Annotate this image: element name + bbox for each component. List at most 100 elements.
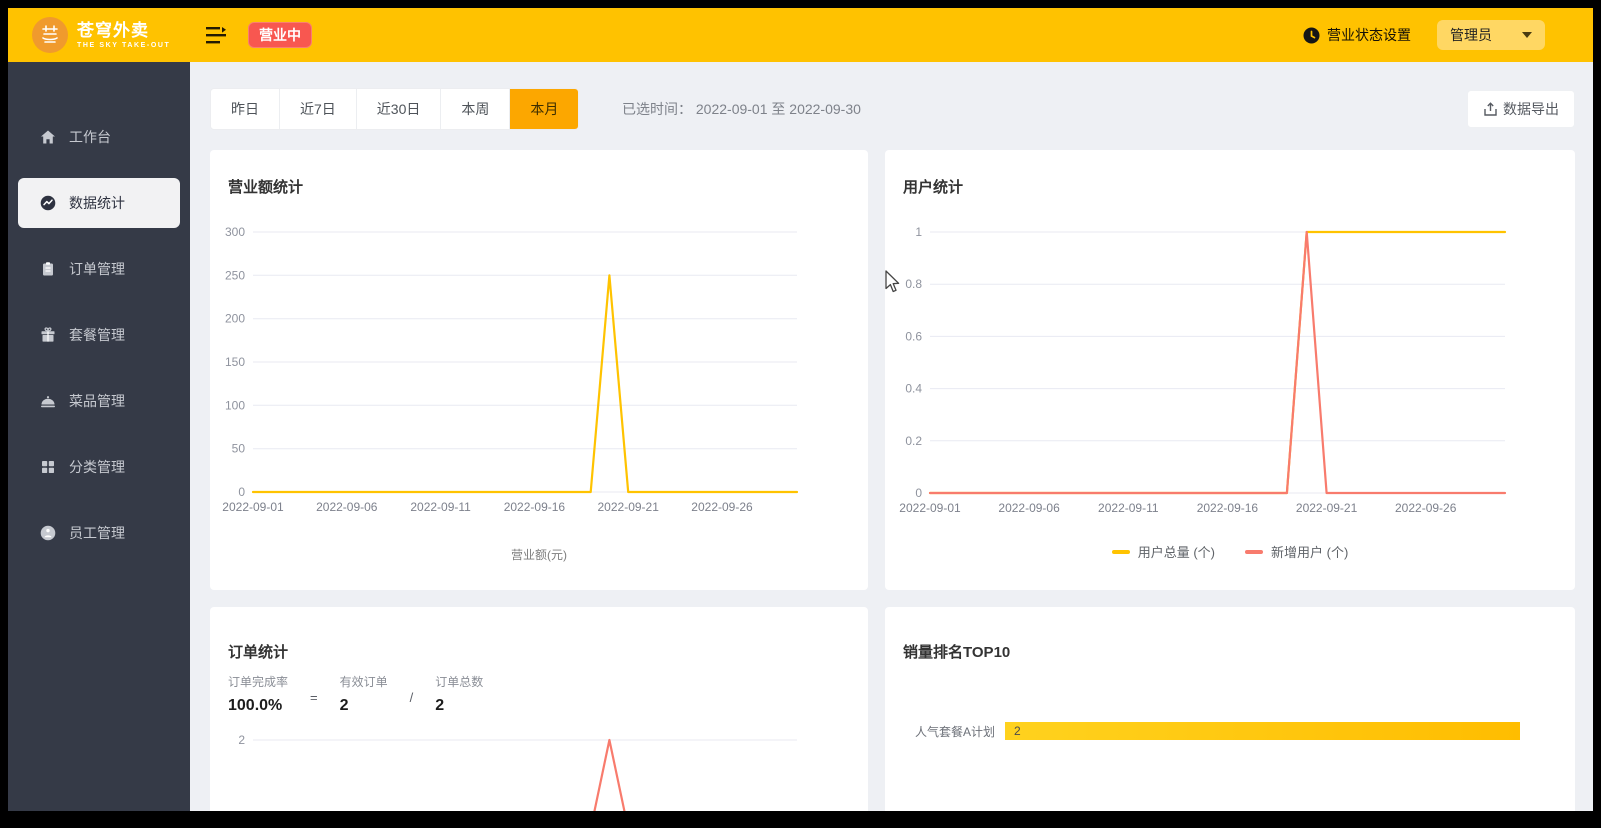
- x-axis-tick: 2022-09-26: [691, 500, 753, 514]
- x-axis-tick: 2022-09-26: [1395, 501, 1457, 515]
- bar-fill[interactable]: 2: [1005, 722, 1520, 740]
- y-axis-tick: 0.4: [905, 382, 922, 396]
- revenue-axis-name: 营业额(元): [210, 546, 868, 563]
- bar-track: 2: [1005, 722, 1520, 740]
- bar-category-label: 人气套餐A计划: [903, 723, 1005, 740]
- sidebar-item-2[interactable]: 订单管理: [8, 236, 190, 302]
- date-tab-3[interactable]: 本周: [441, 89, 510, 129]
- y-axis-tick: 0: [238, 485, 245, 499]
- selected-time-label: 已选时间：: [622, 101, 692, 117]
- y-axis-tick: 200: [225, 312, 245, 326]
- dish-icon: [40, 393, 57, 410]
- sidebar-item-1[interactable]: 数据统计: [18, 178, 180, 228]
- x-axis-tick: 2022-09-11: [410, 500, 471, 514]
- order-stats-card: 订单统计 订单完成率 100.0% = 有效订单 2 / 订单总数 2 2202…: [210, 607, 868, 811]
- status-setting-label: 营业状态设置: [1327, 25, 1411, 45]
- selected-time-text: 已选时间： 2022-09-01 至 2022-09-30: [622, 88, 861, 130]
- date-tab-4[interactable]: 本月: [510, 89, 578, 129]
- y-axis-tick: 0.8: [905, 277, 922, 291]
- sidebar-collapse-icon[interactable]: [206, 27, 226, 44]
- selected-time-value: 2022-09-01 至 2022-09-30: [696, 101, 861, 117]
- home-icon: [40, 129, 57, 146]
- revenue-stats-card: 营业额统计 0501001502002503002022-09-012022-0…: [210, 150, 868, 590]
- sidebar-item-label: 套餐管理: [69, 325, 125, 345]
- combo-icon: [40, 327, 57, 344]
- sidebar-item-5[interactable]: 分类管理: [8, 434, 190, 500]
- user-line-chart: 00.20.40.60.812022-09-012022-09-062022-0…: [885, 210, 1575, 530]
- sidebar-nav: 工作台数据统计订单管理套餐管理菜品管理分类管理员工管理: [8, 62, 190, 811]
- clock-icon: [1303, 27, 1320, 44]
- total-orders-label: 订单总数: [435, 673, 483, 690]
- sales-top10-card: 销量排名TOP10 人气套餐A计划2: [885, 607, 1575, 811]
- logo-title: 苍穹外卖: [77, 22, 170, 39]
- x-axis-tick: 2022-09-16: [504, 500, 566, 514]
- y-axis-tick: 0.2: [905, 434, 922, 448]
- x-axis-tick: 2022-09-01: [899, 501, 961, 515]
- top10-bar-chart: 人气套餐A计划2: [903, 722, 1520, 740]
- y-axis-tick: 150: [225, 355, 245, 369]
- business-status-setting-button[interactable]: 营业状态设置: [1303, 25, 1411, 45]
- date-tab-0[interactable]: 昨日: [211, 89, 280, 129]
- date-range-tabs: 昨日近7日近30日本周本月: [210, 88, 579, 130]
- employee-icon: [40, 525, 57, 542]
- top10-card-title: 销量排名TOP10: [903, 641, 1010, 662]
- app-logo: 苍穹外卖 THE SKY TAKE-OUT: [8, 17, 190, 53]
- admin-dropdown[interactable]: 管理员: [1437, 20, 1545, 50]
- logo-subtitle: THE SKY TAKE-OUT: [77, 42, 170, 49]
- sidebar-item-label: 分类管理: [69, 457, 125, 477]
- order-line-chart: 22022-09-012022-09-062022-09-112022-09-1…: [210, 717, 868, 811]
- x-axis-tick: 2022-09-21: [598, 500, 660, 514]
- x-axis-tick: 2022-09-06: [316, 500, 378, 514]
- chevron-down-icon: [1522, 32, 1532, 38]
- completion-rate-value: 100.0%: [228, 697, 288, 715]
- sidebar-item-4[interactable]: 菜品管理: [8, 368, 190, 434]
- order-card-title: 订单统计: [228, 641, 288, 662]
- x-axis-tick: 2022-09-16: [1197, 501, 1259, 515]
- y-axis-tick: 300: [225, 225, 245, 239]
- sidebar-item-label: 工作台: [69, 127, 111, 147]
- revenue-line-chart: 0501001502002503002022-09-012022-09-0620…: [210, 210, 868, 530]
- top10-bar-row: 人气套餐A计划2: [903, 722, 1520, 740]
- completion-rate-label: 订单完成率: [228, 673, 288, 690]
- data-export-button[interactable]: 数据导出: [1467, 90, 1575, 128]
- y-axis-tick: 0.6: [905, 329, 922, 343]
- y-axis-tick: 250: [225, 268, 245, 282]
- legend-label: 用户总量 (个): [1138, 542, 1215, 561]
- order-icon: [40, 261, 57, 278]
- date-tab-1[interactable]: 近7日: [280, 89, 357, 129]
- sidebar-item-0[interactable]: 工作台: [8, 104, 190, 170]
- y-axis-tick: 2: [238, 733, 245, 747]
- x-axis-tick: 2022-09-21: [1296, 501, 1358, 515]
- legend-marker: [1245, 550, 1263, 554]
- sidebar-item-label: 菜品管理: [69, 391, 125, 411]
- legend-label: 新增用户 (个): [1271, 542, 1348, 561]
- legend-item-0[interactable]: 用户总量 (个): [1112, 542, 1215, 561]
- main-content: 昨日近7日近30日本周本月 已选时间： 2022-09-01 至 2022-09…: [190, 62, 1593, 811]
- export-label: 数据导出: [1503, 99, 1559, 119]
- valid-orders-value: 2: [340, 697, 388, 715]
- slash-sign: /: [410, 690, 414, 705]
- equals-sign: =: [310, 690, 318, 705]
- logo-icon: [32, 17, 68, 53]
- y-axis-tick: 1: [915, 225, 922, 239]
- sidebar-item-label: 订单管理: [69, 259, 125, 279]
- legend-item-1[interactable]: 新增用户 (个): [1245, 542, 1348, 561]
- user-stats-card: 用户统计 00.20.40.60.812022-09-012022-09-062…: [885, 150, 1575, 590]
- legend-marker: [1112, 550, 1130, 554]
- revenue-card-title: 营业额统计: [228, 176, 303, 197]
- total-orders-value: 2: [435, 697, 483, 715]
- logo-text: 苍穹外卖 THE SKY TAKE-OUT: [77, 22, 170, 49]
- user-card-title: 用户统计: [903, 176, 963, 197]
- date-tab-2[interactable]: 近30日: [357, 89, 442, 129]
- app-window: 苍穹外卖 THE SKY TAKE-OUT 营业中: [8, 8, 1593, 811]
- sidebar-item-3[interactable]: 套餐管理: [8, 302, 190, 368]
- sidebar-item-6[interactable]: 员工管理: [8, 500, 190, 566]
- sidebar-item-label: 数据统计: [69, 193, 125, 213]
- x-axis-tick: 2022-09-01: [222, 500, 284, 514]
- sidebar-item-label: 员工管理: [69, 523, 125, 543]
- admin-label: 管理员: [1450, 25, 1492, 45]
- y-axis-tick: 100: [225, 398, 245, 412]
- user-chart-legend: 用户总量 (个) 新增用户 (个): [885, 542, 1575, 561]
- export-icon: [1483, 102, 1498, 117]
- header-right-group: 营业状态设置 管理员: [1303, 20, 1593, 50]
